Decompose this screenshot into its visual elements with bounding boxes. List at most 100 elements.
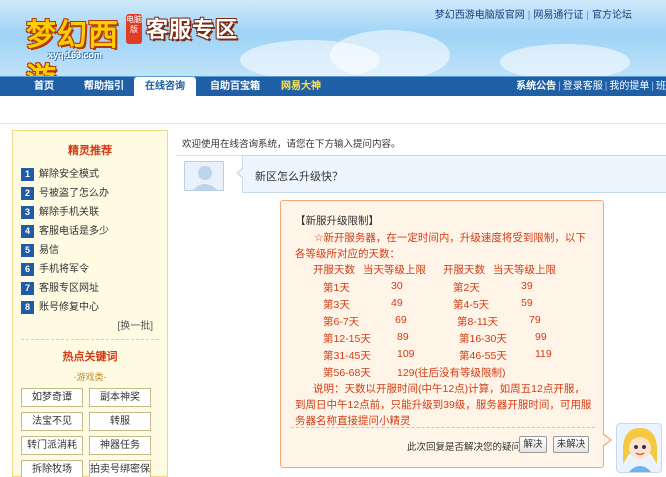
item-number: 2 xyxy=(21,187,34,200)
divider xyxy=(291,427,595,428)
item-number: 5 xyxy=(21,244,34,257)
item-number: 1 xyxy=(21,168,34,181)
table-cell: 第12-15天 xyxy=(323,333,371,345)
separator: | xyxy=(527,10,531,21)
resolved-button[interactable]: 解决 xyxy=(519,436,547,453)
table-cell: 59 xyxy=(521,297,533,309)
table-cell: 第46-55天 xyxy=(459,350,507,362)
separator: | xyxy=(586,10,589,21)
separator: | xyxy=(604,81,608,92)
chat-area: 欢迎使用在线咨询系统，请您在下方输入提问内容。 新区怎么升级快？ 【新服升级限制… xyxy=(176,130,666,477)
nav-right-links: 系统公告 | 登录客服 | 我的提单 | 班 xyxy=(516,77,666,97)
item-label: 手机将军令 xyxy=(39,264,89,275)
keyword-button[interactable]: 拆除牧场 xyxy=(21,460,83,477)
passport-link[interactable]: 网易通行证 xyxy=(533,10,583,21)
left-sidebar: 精灵推荐 1 解除安全模式 2 号被盗了怎么办 3 解除手机关联 4 客服电话是多少 5… xyxy=(12,130,168,477)
logo-domain: xyq.163.com xyxy=(48,50,103,60)
table-cell: 119 xyxy=(535,348,552,360)
table-cell: 第16-30天 xyxy=(459,333,507,345)
separator: | xyxy=(558,81,561,92)
keyword-button[interactable]: 法宝不见 xyxy=(21,412,83,431)
table-cell: 第4-5天 xyxy=(453,299,490,311)
item-label: 解除手机关联 xyxy=(39,207,99,218)
recommend-item[interactable]: 8 账号修复中心 xyxy=(13,298,167,317)
table-cell: 49 xyxy=(391,297,403,309)
keyword-button[interactable]: 转服 xyxy=(89,412,151,431)
keyword-button[interactable]: 拍卖号绑密保 xyxy=(89,460,151,477)
game-logo[interactable]: 梦幻西游 电脑版 xyq.163.com xyxy=(10,4,142,76)
banner-cloud xyxy=(500,44,630,76)
table-cell: 109 xyxy=(397,348,415,360)
recommend-item[interactable]: 6 手机将军令 xyxy=(13,260,167,279)
keyword-button[interactable]: 如梦奇谭 xyxy=(21,388,83,407)
answer-note: 说明：天数以开服时间(中午12点)计算，如周五12点开服，到周日中午12点前，只… xyxy=(295,383,592,427)
official-site-link[interactable]: 梦幻西游电脑版官网 xyxy=(435,10,525,21)
table-cell: 79 xyxy=(529,314,541,326)
item-number: 6 xyxy=(21,263,34,276)
header-banner: 梦幻西游 电脑版 xyq.163.com 客服专区 梦幻西游电脑版官网|网易通行… xyxy=(0,0,666,76)
nav-netease-dashen[interactable]: 网易大神 xyxy=(274,77,328,97)
change-batch-link[interactable]: [换一批] xyxy=(13,319,167,335)
recommend-item[interactable]: 4 客服电话是多少 xyxy=(13,222,167,241)
table-cell: 69 xyxy=(395,314,407,326)
table-cell: 第3天 xyxy=(323,299,350,311)
bubble-arrow xyxy=(238,168,244,178)
separator: | xyxy=(651,81,654,92)
item-label: 解除安全模式 xyxy=(39,169,99,180)
table-cell: 第8-11天 xyxy=(457,316,499,328)
recommend-item[interactable]: 1 解除安全模式 xyxy=(13,165,167,184)
recommend-item[interactable]: 3 解除手机关联 xyxy=(13,203,167,222)
sub-bar xyxy=(0,96,666,124)
nav-login[interactable]: 登录客服 xyxy=(563,81,603,92)
table-header: 当天等级上限 xyxy=(363,264,426,276)
item-number: 4 xyxy=(21,225,34,238)
welcome-message: 欢迎使用在线咨询系统，请您在下方输入提问内容。 xyxy=(182,139,401,150)
recommend-item[interactable]: 7 客服专区网址 xyxy=(13,279,167,298)
divider xyxy=(21,339,159,340)
nav-my-tickets[interactable]: 我的提单 xyxy=(609,81,649,92)
item-label: 客服电话是多少 xyxy=(39,226,109,237)
item-number: 7 xyxy=(21,282,34,295)
table-cell: 第2天 xyxy=(453,282,480,294)
site-title: 客服专区 xyxy=(146,18,239,43)
item-number: 3 xyxy=(21,206,34,219)
table-cell: 99 xyxy=(535,331,547,343)
logo-badge: 电脑版 xyxy=(126,14,142,44)
table-cell: 39 xyxy=(521,280,533,292)
table-cell: 30 xyxy=(391,280,403,292)
recommend-item[interactable]: 2 号被盗了怎么办 xyxy=(13,184,167,203)
keyword-button[interactable]: 神器任务 xyxy=(89,436,151,455)
nav-system-notice[interactable]: 系统公告 xyxy=(516,81,556,92)
table-header: 开服天数 xyxy=(443,264,485,276)
item-label: 账号修复中心 xyxy=(39,302,99,313)
recommend-title: 精灵推荐 xyxy=(68,145,112,157)
forum-link[interactable]: 官方论坛 xyxy=(592,10,632,21)
unresolved-button[interactable]: 未解决 xyxy=(553,436,589,453)
keyword-button[interactable]: 转门派消耗 xyxy=(21,436,83,455)
assistant-avatar[interactable] xyxy=(616,423,662,473)
table-header: 开服天数 xyxy=(313,264,355,276)
item-number: 8 xyxy=(21,301,34,314)
nav-more[interactable]: 班 xyxy=(656,81,666,92)
recommend-item[interactable]: 5 易信 xyxy=(13,241,167,260)
main-nav: 首页 帮助指引 在线咨询 自助百宝箱 网易大神 系统公告 | 登录客服 | 我的提单 | 班 xyxy=(0,76,666,98)
table-cell: 第31-45天 xyxy=(323,350,371,362)
item-label: 号被盗了怎么办 xyxy=(39,188,109,199)
answer-bubble: 【新服升级限制】 ☆新开服务器，在一定时间内，升级速度将受到限制，以下各等级所对… xyxy=(280,200,612,468)
user-question-bubble: 新区怎么升级快？ xyxy=(236,155,666,193)
table-cell: 第6-7天 xyxy=(323,316,360,328)
user-avatar xyxy=(184,161,224,191)
nav-online-consult[interactable]: 在线咨询 xyxy=(134,77,196,98)
top-links: 梦幻西游电脑版官网 | 网易通行证 | 官方论坛 xyxy=(435,6,632,21)
nav-home[interactable]: 首页 xyxy=(22,77,66,97)
user-silhouette-icon xyxy=(192,166,218,190)
keyword-button[interactable]: 副本神奖 xyxy=(89,388,151,407)
table-header: 当天等级上限 xyxy=(493,264,556,276)
table-cell: 89 xyxy=(397,331,409,343)
nav-self-service[interactable]: 自助百宝箱 xyxy=(202,77,268,97)
recommend-list: 1 解除安全模式 2 号被盗了怎么办 3 解除手机关联 4 客服电话是多少 5 易信 6手… xyxy=(13,165,167,317)
feedback-prompt: 此次回复是否解决您的疑问： xyxy=(407,442,531,453)
nav-help-guide[interactable]: 帮助指引 xyxy=(74,77,134,97)
table-cell: 129(往后没有等级限制) xyxy=(397,367,506,379)
bubble-arrow xyxy=(602,434,610,446)
